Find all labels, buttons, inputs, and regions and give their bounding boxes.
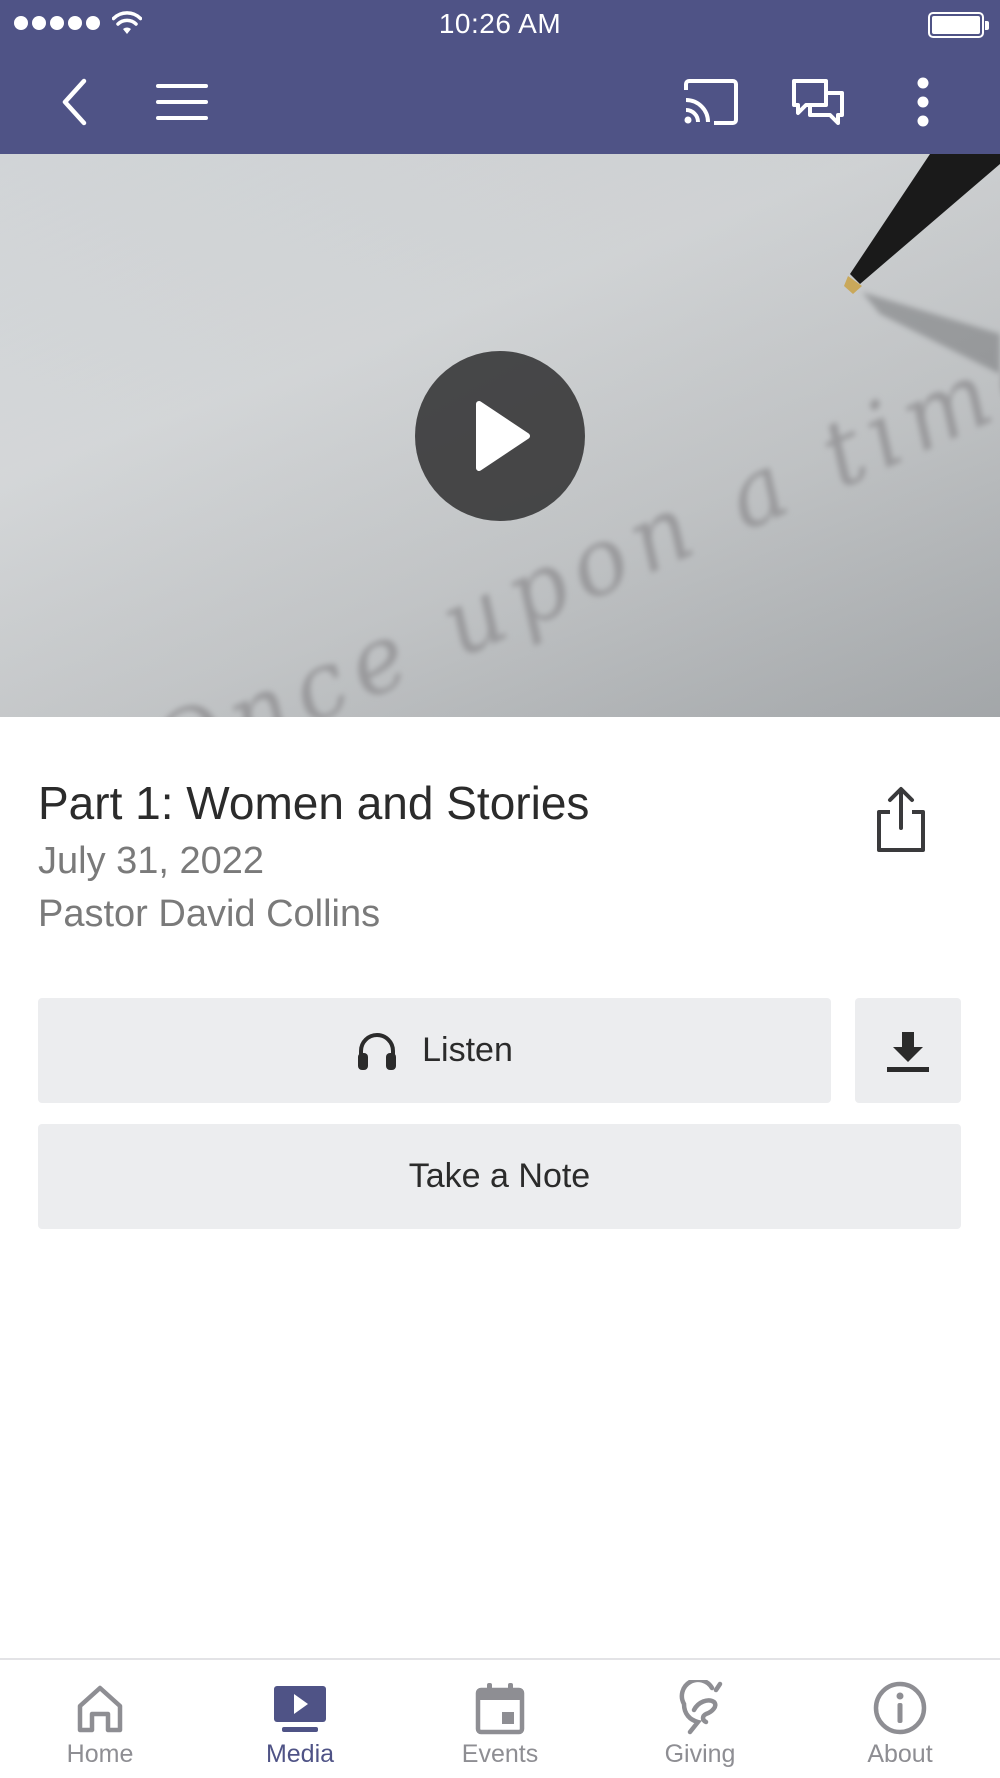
status-time: 10:26 AM (438, 8, 562, 39)
back-icon (62, 78, 87, 126)
tab-home[interactable]: Home (0, 1660, 200, 1778)
more-button[interactable] (908, 68, 938, 136)
info-icon (873, 1681, 927, 1735)
tab-label-giving: Giving (664, 1740, 736, 1768)
top-bar: 10:26 AM (0, 0, 1000, 154)
chat-icon (792, 79, 844, 125)
tab-giving[interactable]: Giving (600, 1660, 800, 1778)
tab-about[interactable]: About (800, 1660, 1000, 1778)
download-button[interactable] (855, 998, 961, 1103)
tab-label-about: About (867, 1740, 933, 1768)
media-thumbnail[interactable]: Once upon a time (0, 154, 1000, 717)
listen-button[interactable]: Listen (38, 998, 831, 1103)
tab-media[interactable]: Media (200, 1660, 400, 1778)
menu-button[interactable] (152, 68, 212, 136)
headphones-icon (358, 1032, 397, 1070)
cast-icon (684, 79, 738, 125)
take-a-note-label: Take a Note (408, 1157, 591, 1195)
battery-icon (928, 12, 989, 38)
tab-events[interactable]: Events (400, 1660, 600, 1778)
tab-label-home: Home (66, 1740, 134, 1768)
tab-label-media: Media (265, 1740, 335, 1768)
take-a-note-button[interactable]: Take a Note (38, 1124, 961, 1229)
play-icon (476, 401, 530, 471)
home-icon (77, 1685, 123, 1733)
sermon-date: July 31, 2022 (38, 840, 265, 882)
sermon-title: Part 1: Women and Stories (38, 777, 590, 829)
download-icon (887, 1031, 929, 1072)
listen-label: Listen (422, 1031, 513, 1069)
tab-label-events: Events (461, 1740, 539, 1768)
play-button[interactable] (415, 351, 585, 521)
back-button[interactable] (48, 68, 100, 136)
menu-icon (156, 84, 208, 120)
cast-button[interactable] (680, 68, 742, 136)
sermon-speaker: Pastor David Collins (38, 893, 381, 935)
giving-icon (679, 1680, 723, 1735)
more-icon (917, 77, 929, 127)
chat-button[interactable] (788, 68, 848, 136)
tab-bar: Home Media Events Giving About (0, 1658, 1000, 1778)
calendar-icon (475, 1683, 525, 1735)
share-icon (877, 787, 925, 852)
share-button[interactable] (870, 784, 932, 856)
media-icon (274, 1686, 326, 1732)
